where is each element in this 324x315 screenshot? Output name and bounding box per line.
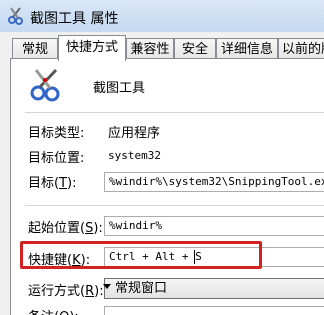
separator xyxy=(25,112,324,113)
window-title: 截图工具 属性 xyxy=(30,11,119,27)
run-select-value: 常规窗口 xyxy=(115,281,168,296)
chevron-down-icon xyxy=(103,284,111,289)
comment-label: 备注(O): xyxy=(28,306,79,315)
target-hotkey: T xyxy=(59,176,68,191)
run-select[interactable]: 常规窗口 xyxy=(101,278,324,299)
tab-previous-versions[interactable]: 以前的版 xyxy=(278,38,324,59)
title-bar: 截图工具 属性 xyxy=(0,0,324,33)
target-location-label: 目标位置: xyxy=(28,151,85,166)
comment-label-text: 备注 xyxy=(28,310,54,315)
tab-details[interactable]: 详细信息 xyxy=(216,38,278,59)
start-in-label-suffix: ): xyxy=(93,221,103,236)
target-label-suffix: ): xyxy=(67,176,77,191)
start-in-label-text: 起始位置 xyxy=(28,221,81,236)
start-in-label: 起始位置(S): xyxy=(28,221,103,236)
target-type-label: 目标类型: xyxy=(28,126,85,141)
highlight-box xyxy=(20,241,262,269)
run-label: 运行方式(R): xyxy=(28,284,104,299)
tab-compatibility[interactable]: 兼容性 xyxy=(126,38,174,59)
comment-field[interactable] xyxy=(104,306,324,315)
start-in-field[interactable]: %windir% xyxy=(104,216,324,236)
target-type-value: 应用程序 xyxy=(108,126,161,141)
tab-general[interactable]: 常规 xyxy=(12,38,58,59)
target-location-value: system32 xyxy=(108,149,161,162)
run-hotkey: R xyxy=(85,284,95,299)
run-label-text: 运行方式 xyxy=(28,284,81,299)
comment-hotkey: O xyxy=(59,310,69,315)
select-arrow-wrap xyxy=(101,279,111,298)
tab-shortcut[interactable]: 快捷方式 xyxy=(58,35,126,61)
target-label: 目标(T): xyxy=(28,176,77,191)
scissors-icon xyxy=(8,7,23,25)
tab-strip: 常规 快捷方式 兼容性 安全 详细信息 以前的版 xyxy=(0,32,324,61)
comment-label-suffix: ): xyxy=(69,310,78,315)
target-field[interactable]: %windir%\system32\SnippingTool.exe xyxy=(104,172,324,192)
tab-security[interactable]: 安全 xyxy=(174,38,216,59)
target-label-text: 目标 xyxy=(28,176,55,191)
app-name: 截图工具 xyxy=(93,81,146,96)
separator xyxy=(25,205,324,206)
snipping-tool-icon xyxy=(30,68,60,102)
